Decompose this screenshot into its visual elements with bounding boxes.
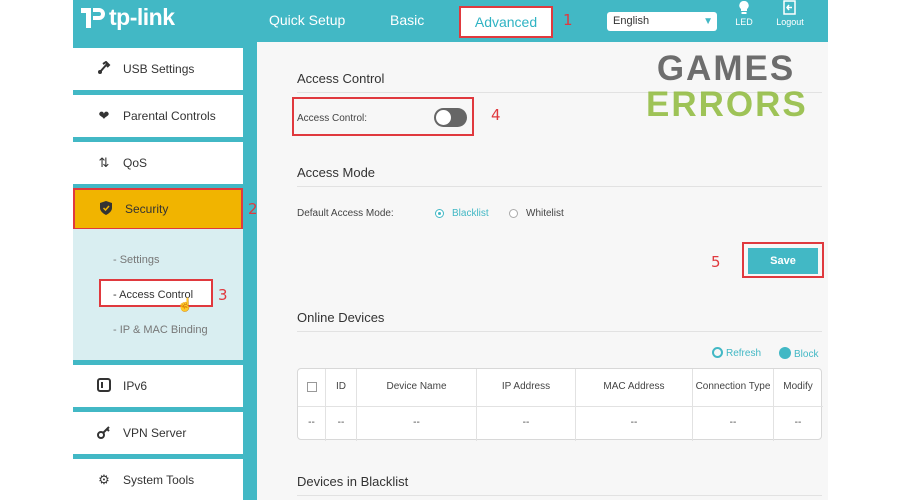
hand-cursor-icon: ☝: [177, 297, 194, 312]
tab-quick-setup[interactable]: Quick Setup: [269, 12, 345, 28]
sidebar-item-label: System Tools: [123, 473, 195, 487]
select-all-checkbox[interactable]: [307, 382, 317, 392]
heart-icon: ❤: [98, 108, 110, 123]
table-cell: --: [794, 417, 802, 428]
qos-arrows-icon: ⇅: [98, 155, 110, 170]
section-title-access-control: Access Control: [297, 71, 385, 86]
column-header-mac-address[interactable]: MAC Address: [576, 381, 692, 392]
watermark-line2: ERRORS: [646, 85, 808, 124]
submenu-item-settings[interactable]: - Settings: [113, 254, 159, 266]
header-divider: [298, 406, 823, 407]
usb-icon: [93, 60, 115, 78]
sidebar-item-label: USB Settings: [123, 62, 195, 76]
section-title-online-devices: Online Devices: [297, 310, 385, 325]
vpn-key-icon: [93, 425, 115, 442]
sidebar-item-label: IPv6: [123, 379, 148, 393]
annotation-step-5: 5: [711, 253, 721, 271]
column-divider: [692, 369, 693, 441]
gear-icon: ⚙: [98, 472, 110, 487]
ipv6-icon: [93, 377, 115, 395]
table-cell: --: [413, 417, 420, 428]
block-icon: [779, 347, 791, 359]
logout-label: Logout: [776, 17, 804, 27]
column-divider: [356, 369, 357, 441]
sidebar-item-label: VPN Server: [123, 426, 187, 440]
column-header-connection-type[interactable]: Connection Type: [693, 381, 773, 392]
language-select[interactable]: English ▼: [607, 12, 717, 31]
tab-advanced[interactable]: Advanced: [459, 6, 553, 38]
toggle-knob: [436, 110, 451, 125]
logo-text: tp-link: [109, 4, 175, 30]
led-label: LED: [735, 17, 753, 27]
annotation-step-1: 1: [563, 11, 573, 29]
sidebar-item-qos[interactable]: ⇅ QoS: [73, 142, 243, 184]
access-control-label: Access Control:: [297, 113, 368, 124]
top-header: tp-link Quick Setup Basic Advanced Engli…: [73, 0, 828, 42]
chevron-down-icon: ▼: [703, 16, 713, 27]
column-header-id[interactable]: ID: [326, 381, 356, 392]
column-divider: [575, 369, 576, 441]
section-title-devices-in-blacklist: Devices in Blacklist: [297, 474, 409, 489]
whitelist-radio[interactable]: [509, 209, 518, 218]
column-header-device-name[interactable]: Device Name: [357, 381, 476, 392]
refresh-icon: [712, 347, 723, 358]
column-divider: [773, 369, 774, 441]
table-cell: --: [522, 417, 530, 428]
default-access-mode-label: Default Access Mode:: [297, 208, 394, 219]
sidebar-item-label: Parental Controls: [123, 109, 216, 123]
shield-icon: [95, 200, 117, 218]
section-title-access-mode: Access Mode: [297, 165, 376, 180]
watermark-line1: GAMES: [656, 49, 796, 88]
sidebar-item-usb-settings[interactable]: USB Settings: [73, 48, 243, 90]
sidebar-item-system-tools[interactable]: ⚙ System Tools: [73, 459, 243, 500]
whitelist-label[interactable]: Whitelist: [526, 208, 564, 219]
refresh-label: Refresh: [726, 348, 762, 359]
table-cell: --: [729, 417, 737, 428]
table-cell: --: [308, 417, 315, 428]
tp-link-logo-icon: [81, 7, 105, 28]
games-errors-watermark: GAMES ERRORS: [646, 49, 808, 124]
table-cell: --: [337, 417, 345, 428]
sidebar: USB Settings ❤ Parental Controls ⇅ QoS S…: [73, 42, 257, 500]
section-divider: [297, 331, 822, 332]
column-header-ip-address[interactable]: IP Address: [477, 381, 575, 392]
annotation-step-2: 2: [248, 200, 258, 218]
lightbulb-icon: [724, 0, 764, 17]
tab-basic[interactable]: Basic: [390, 12, 424, 28]
annotation-step-4: 4: [491, 106, 501, 124]
block-link[interactable]: Block: [779, 347, 818, 360]
sidebar-item-label: Security: [125, 202, 169, 216]
column-divider: [325, 369, 326, 441]
screenshot-frame: tp-link Quick Setup Basic Advanced Engli…: [0, 0, 900, 500]
sidebar-item-security[interactable]: Security: [73, 188, 243, 230]
logout-button[interactable]: Logout: [770, 0, 810, 27]
submenu-item-ip-mac-binding[interactable]: - IP & MAC Binding: [113, 324, 208, 336]
column-divider: [476, 369, 477, 441]
sidebar-item-ipv6[interactable]: IPv6: [73, 365, 243, 407]
section-divider: [297, 495, 822, 496]
blacklist-radio[interactable]: [435, 209, 444, 218]
language-value: English: [613, 15, 650, 27]
blacklist-label[interactable]: Blacklist: [452, 208, 489, 219]
led-button[interactable]: LED: [724, 0, 764, 27]
save-button[interactable]: Save: [748, 248, 818, 274]
tp-link-logo: tp-link: [79, 4, 175, 31]
sidebar-item-parental-controls[interactable]: ❤ Parental Controls: [73, 95, 243, 137]
sidebar-item-vpn-server[interactable]: VPN Server: [73, 412, 243, 454]
annotation-step-3: 3: [218, 286, 228, 304]
refresh-link[interactable]: Refresh: [712, 347, 761, 359]
logout-icon: [770, 0, 810, 17]
sidebar-item-label: QoS: [123, 156, 148, 170]
online-devices-table: ID Device Name IP Address MAC Address Co…: [297, 368, 823, 441]
access-control-toggle[interactable]: [434, 108, 467, 127]
section-divider: [297, 186, 822, 187]
block-label: Block: [794, 349, 819, 360]
table-cell: --: [630, 417, 638, 428]
column-header-modify[interactable]: Modify: [774, 381, 822, 392]
